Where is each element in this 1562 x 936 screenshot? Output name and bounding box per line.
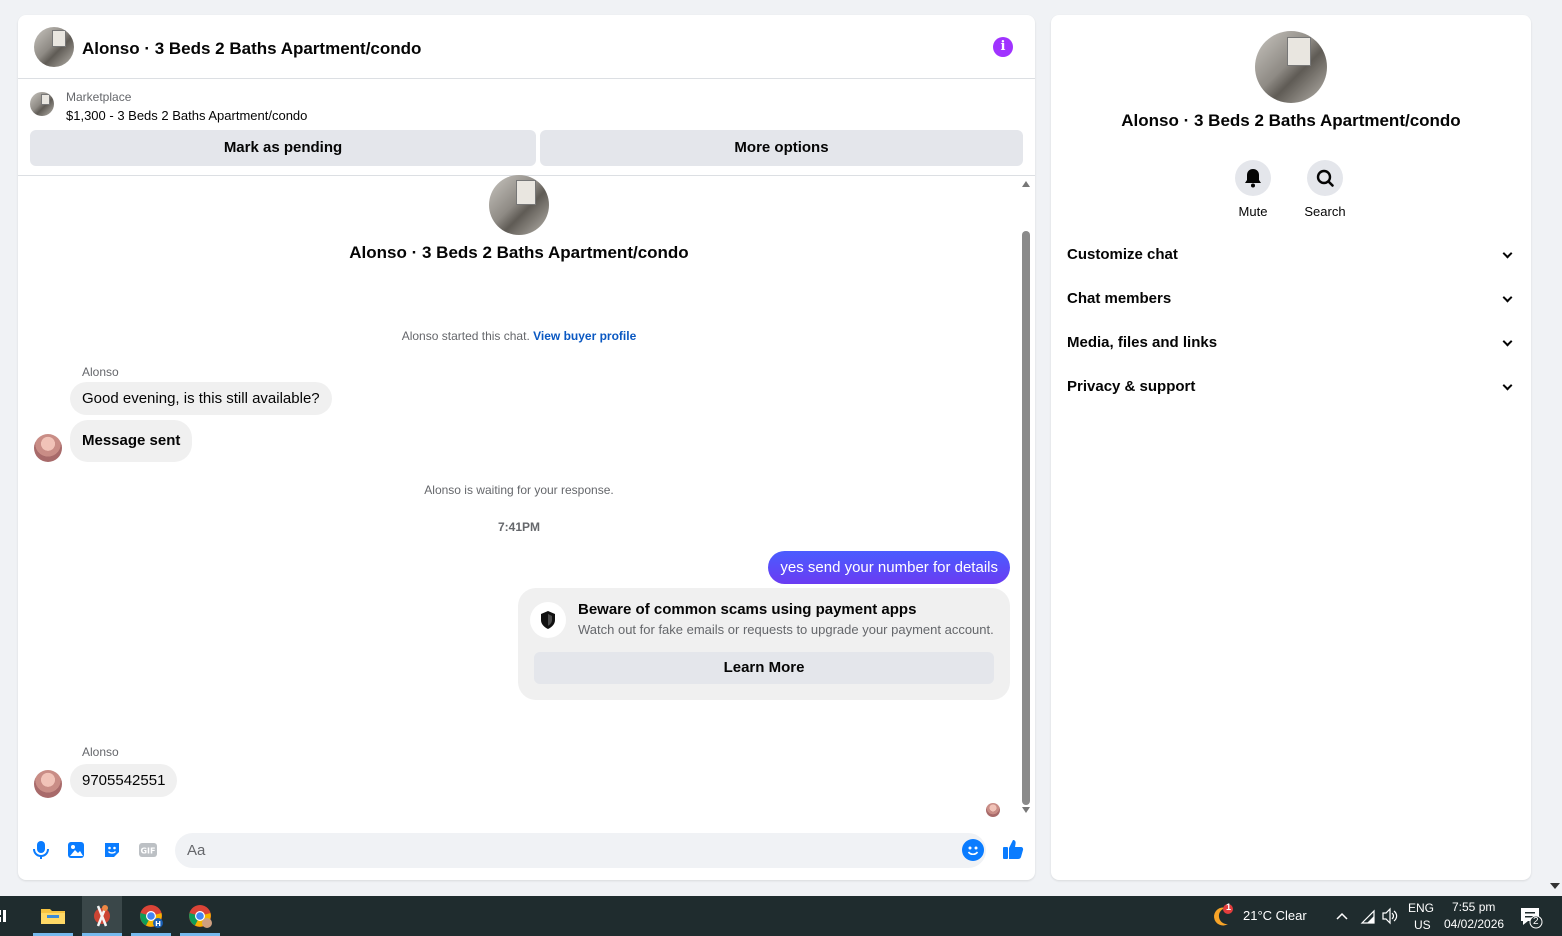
emoji-icon[interactable] xyxy=(962,839,984,861)
message-bubble[interactable]: Message sent xyxy=(70,420,193,462)
photo-icon[interactable] xyxy=(66,840,86,860)
shield-icon xyxy=(530,602,566,638)
volume-icon[interactable] xyxy=(1380,896,1400,936)
chevron-up-icon[interactable] xyxy=(1332,896,1352,936)
scroll-down-arrow-icon[interactable] xyxy=(1022,807,1030,813)
section-label: Customize chat xyxy=(1067,246,1178,263)
marketplace-label: Marketplace xyxy=(66,90,132,104)
sender-avatar[interactable] xyxy=(34,434,62,462)
section-label: Media, files and links xyxy=(1067,334,1218,351)
gif-icon[interactable]: GIF xyxy=(138,840,158,860)
chrome-profile-2-icon[interactable] xyxy=(180,896,220,936)
customize-chat-section[interactable]: Customize chat xyxy=(1067,238,1515,274)
marketplace-listing-thumbnail xyxy=(30,92,54,116)
chat-scrollbar[interactable] xyxy=(1020,179,1032,819)
chat-started-notice: Alonso started this chat. View buyer pro… xyxy=(18,329,1020,343)
clock-date[interactable]: 04/02/2026 xyxy=(1444,917,1504,931)
notifications-icon[interactable]: 2 xyxy=(1516,896,1546,936)
info-panel-avatar[interactable] xyxy=(1255,31,1327,103)
windows-taskbar: H 1 21°C Clear ENG US 7:55 pm 04/02/2026… xyxy=(0,896,1562,936)
mute-label: Mute xyxy=(1238,204,1268,219)
weather-alert-badge: 1 xyxy=(1226,902,1232,912)
view-buyer-profile-link[interactable]: View buyer profile xyxy=(533,329,636,343)
chat-members-section[interactable]: Chat members xyxy=(1067,282,1515,318)
section-label: Privacy & support xyxy=(1067,378,1196,395)
sticker-icon[interactable] xyxy=(102,840,122,860)
info-panel-title: Alonso · 3 Beds 2 Baths Apartment/condo xyxy=(1121,111,1461,130)
chat-panel: Alonso · 3 Beds 2 Baths Apartment/condo … xyxy=(18,15,1035,880)
message-bubble[interactable]: Good evening, is this still available? xyxy=(70,382,332,415)
search-button[interactable]: Search xyxy=(1295,160,1355,219)
conversation-title: Alonso · 3 Beds 2 Baths Apartment/condo xyxy=(349,243,689,262)
region-indicator[interactable]: US xyxy=(1414,918,1431,932)
chevron-down-icon xyxy=(1502,380,1513,391)
weather-icon[interactable]: 1 xyxy=(1208,896,1238,936)
scrollbar-thumb[interactable] xyxy=(1022,231,1030,805)
language-indicator[interactable]: ENG xyxy=(1408,901,1434,915)
scam-warning-card: Beware of common scams using payment app… xyxy=(518,588,1010,700)
file-explorer-icon[interactable] xyxy=(33,896,73,936)
info-icon[interactable]: i xyxy=(993,37,1013,57)
message-sender-name: Alonso xyxy=(82,745,119,759)
more-options-button[interactable]: More options xyxy=(540,130,1023,166)
page-scroll-down-arrow-icon[interactable] xyxy=(1550,883,1560,889)
conversation-avatar xyxy=(489,175,549,235)
weather-text[interactable]: 21°C Clear xyxy=(1243,908,1307,923)
mark-as-pending-button[interactable]: Mark as pending xyxy=(30,130,536,166)
thumbs-up-icon[interactable] xyxy=(1002,838,1024,865)
scam-warning-subtitle: Watch out for fake emails or requests to… xyxy=(578,622,994,637)
chevron-down-icon xyxy=(1502,292,1513,303)
gif-label: GIF xyxy=(140,847,155,856)
message-bubble[interactable]: 9705542551 xyxy=(70,764,178,797)
outgoing-message-bubble[interactable]: yes send your number for details xyxy=(768,551,1010,584)
chat-header: Alonso · 3 Beds 2 Baths Apartment/condo … xyxy=(18,15,1035,79)
waiting-notice: Alonso is waiting for your response. xyxy=(424,483,614,497)
scam-warning-title: Beware of common scams using payment app… xyxy=(578,601,917,618)
message-input[interactable] xyxy=(175,833,986,868)
chat-title[interactable]: Alonso · 3 Beds 2 Baths Apartment/condo xyxy=(82,39,421,59)
task-view-icon[interactable] xyxy=(0,896,10,936)
listing-avatar[interactable] xyxy=(34,27,74,67)
network-icon[interactable] xyxy=(1358,896,1378,936)
chevron-down-icon xyxy=(1502,248,1513,259)
notification-count: 2 xyxy=(1533,916,1539,927)
privacy-support-section[interactable]: Privacy & support xyxy=(1067,370,1515,406)
svg-text:H: H xyxy=(155,920,161,928)
clock-time[interactable]: 7:55 pm xyxy=(1452,900,1495,914)
mute-button[interactable]: Mute xyxy=(1223,160,1283,219)
chrome-profile-h-icon[interactable]: H xyxy=(131,896,171,936)
media-files-links-section[interactable]: Media, files and links xyxy=(1067,326,1515,362)
chat-started-text: Alonso started this chat. xyxy=(401,329,530,343)
marketplace-listing-title[interactable]: $1,300 - 3 Beds 2 Baths Apartment/condo xyxy=(66,108,307,123)
microphone-icon[interactable] xyxy=(31,840,51,860)
search-icon xyxy=(1307,160,1343,196)
message-timestamp: 7:41PM xyxy=(497,520,541,534)
learn-more-button[interactable]: Learn More xyxy=(534,652,994,684)
chevron-down-icon xyxy=(1502,336,1513,347)
search-label: Search xyxy=(1304,204,1346,219)
seen-receipt-avatar xyxy=(986,803,1000,817)
section-label: Chat members xyxy=(1067,290,1172,307)
message-sender-name: Alonso xyxy=(82,365,119,379)
chat-info-panel: Alonso · 3 Beds 2 Baths Apartment/condo … xyxy=(1051,15,1531,880)
scroll-up-arrow-icon[interactable] xyxy=(1022,181,1030,187)
snipping-tool-icon[interactable] xyxy=(82,896,122,936)
bell-icon xyxy=(1235,160,1271,196)
sender-avatar[interactable] xyxy=(34,770,62,798)
